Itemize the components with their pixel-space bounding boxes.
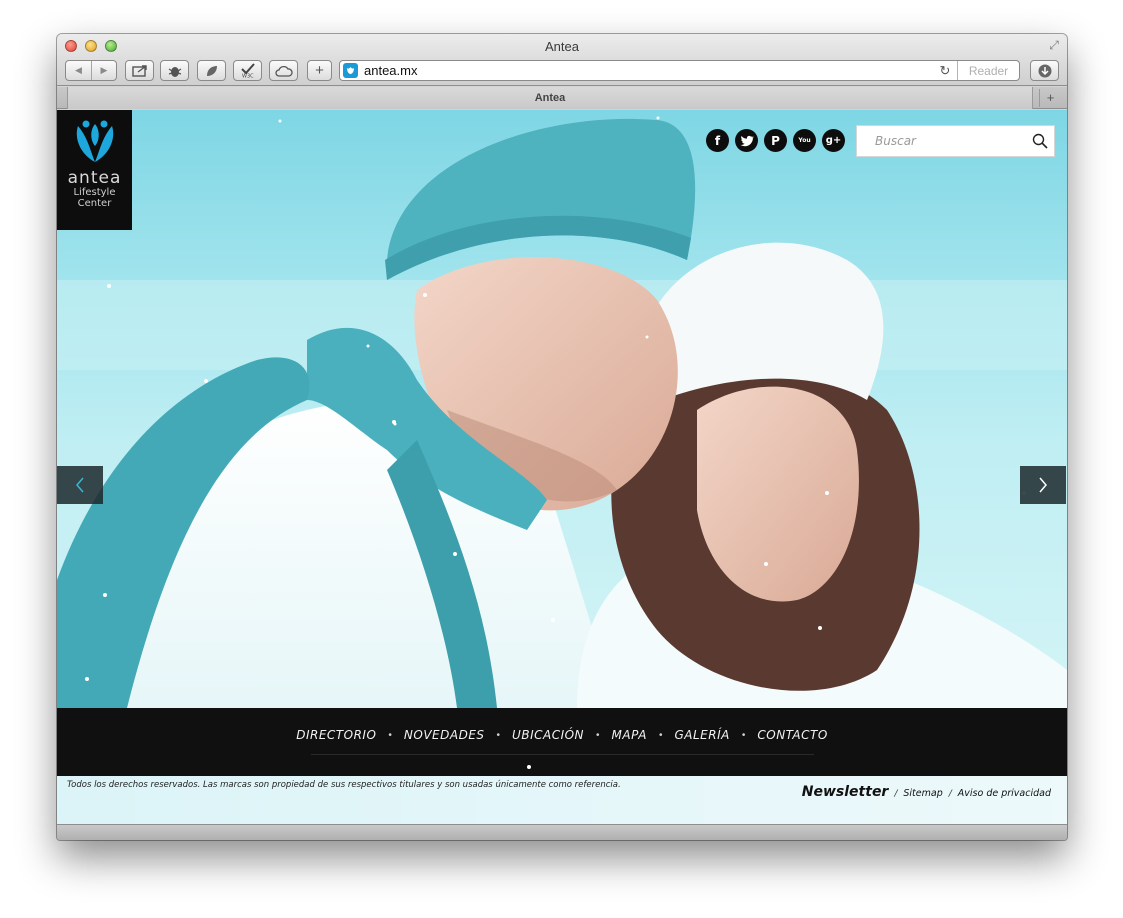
cloud-button[interactable] <box>269 60 298 81</box>
svg-text:W3C: W3C <box>242 74 254 79</box>
nav-indicator-dot <box>527 765 531 769</box>
add-bookmark-button[interactable]: + <box>307 60 332 81</box>
chevron-left-icon <box>76 477 84 493</box>
search-icon[interactable] <box>1026 133 1054 149</box>
nav-separator: • <box>741 729 746 741</box>
nav-item-directorio[interactable]: DIRECTORIO <box>296 728 376 742</box>
nav-item-novedades[interactable]: NOVEDADES <box>404 728 485 742</box>
main-navigation: DIRECTORIO • NOVEDADES • UBICACIÓN • MAP… <box>57 708 1067 776</box>
logo-subtitle-line2: Center <box>77 198 112 209</box>
newsletter-link[interactable]: Newsletter <box>802 784 889 800</box>
social-links: f P You g+ <box>706 129 845 152</box>
footer-links: Newsletter / Sitemap / Aviso de privacid… <box>802 784 1051 800</box>
google-plus-icon[interactable]: g+ <box>822 129 845 152</box>
facebook-icon[interactable]: f <box>706 129 729 152</box>
tulip-logo-icon <box>76 120 113 162</box>
site-logo[interactable]: antea Lifestyle Center <box>57 110 132 230</box>
nav-item-ubicacion[interactable]: UBICACIÓN <box>512 728 584 742</box>
address-bar[interactable]: antea.mx ↻ Reader <box>339 60 1020 81</box>
bug-extension-button[interactable] <box>160 60 189 81</box>
footer-separator: / <box>948 789 952 799</box>
share-button[interactable] <box>125 60 154 81</box>
nav-separator: • <box>596 729 600 741</box>
share-icon <box>131 65 147 77</box>
w3c-validator-button[interactable]: W3C <box>233 60 262 81</box>
bug-icon <box>168 66 181 77</box>
plus-icon: + <box>315 62 324 79</box>
nav-divider <box>311 754 814 755</box>
logo-wordmark: antea <box>67 168 122 188</box>
leaf-icon <box>206 65 217 76</box>
back-forward-buttons: ◀ ▶ <box>65 60 117 81</box>
tab-bar: Antea + <box>57 87 1067 109</box>
footer-separator: / <box>894 789 898 799</box>
browser-window: Antea ⤢ ◀ ▶ W3C + antea.mx ↻ Reader Ante… <box>57 34 1067 840</box>
hero-slider: antea Lifestyle Center f P You g+ <box>57 110 1067 708</box>
url-text[interactable]: antea.mx <box>364 63 937 78</box>
slider-prev-button[interactable] <box>57 466 103 504</box>
leaf-extension-button[interactable] <box>197 60 226 81</box>
twitter-icon[interactable] <box>735 129 758 152</box>
chevron-right-icon <box>1039 477 1047 493</box>
hero-photo <box>57 116 1067 708</box>
nav-separator: • <box>388 729 392 741</box>
sitemap-link[interactable]: Sitemap <box>903 788 942 799</box>
download-icon <box>1038 64 1051 77</box>
tab-antea[interactable]: Antea <box>67 87 1033 109</box>
w3c-check-icon: W3C <box>240 63 255 79</box>
slider-next-button[interactable] <box>1020 466 1066 504</box>
privacy-link[interactable]: Aviso de privacidad <box>958 788 1051 799</box>
search-input[interactable] <box>857 134 1026 148</box>
search-box <box>856 125 1055 157</box>
browser-status-bar <box>57 824 1067 840</box>
reload-icon[interactable]: ↻ <box>937 63 953 79</box>
downloads-button[interactable] <box>1030 60 1059 81</box>
nav-item-galeria[interactable]: GALERÍA <box>674 728 729 742</box>
browser-toolbar: Antea ⤢ ◀ ▶ W3C + antea.mx ↻ Reader <box>57 34 1067 86</box>
nav-item-contacto[interactable]: CONTACTO <box>757 728 827 742</box>
forward-arrow-icon[interactable]: ▶ <box>90 61 116 80</box>
logo-subtitle-line1: Lifestyle <box>73 187 116 198</box>
nav-list: DIRECTORIO • NOVEDADES • UBICACIÓN • MAP… <box>57 728 1067 742</box>
site-footer: Todos los derechos reservados. Las marca… <box>57 776 1067 824</box>
web-page: antea Lifestyle Center f P You g+ Buscar… <box>57 110 1067 824</box>
new-tab-button[interactable]: + <box>1039 89 1061 107</box>
site-favicon-icon <box>343 63 358 78</box>
youtube-icon[interactable]: You <box>793 129 816 152</box>
nav-separator: • <box>496 729 501 741</box>
cloud-icon <box>274 65 293 77</box>
fullscreen-icon[interactable]: ⤢ <box>1047 38 1061 52</box>
nav-separator: • <box>658 729 663 741</box>
nav-item-mapa[interactable]: MAPA <box>612 728 647 742</box>
back-arrow-icon[interactable]: ◀ <box>66 61 91 80</box>
reader-button[interactable]: Reader <box>957 61 1019 80</box>
copyright-text: Todos los derechos reservados. Las marca… <box>67 780 621 790</box>
pinterest-icon[interactable]: P <box>764 129 787 152</box>
window-title: Antea <box>545 39 579 54</box>
